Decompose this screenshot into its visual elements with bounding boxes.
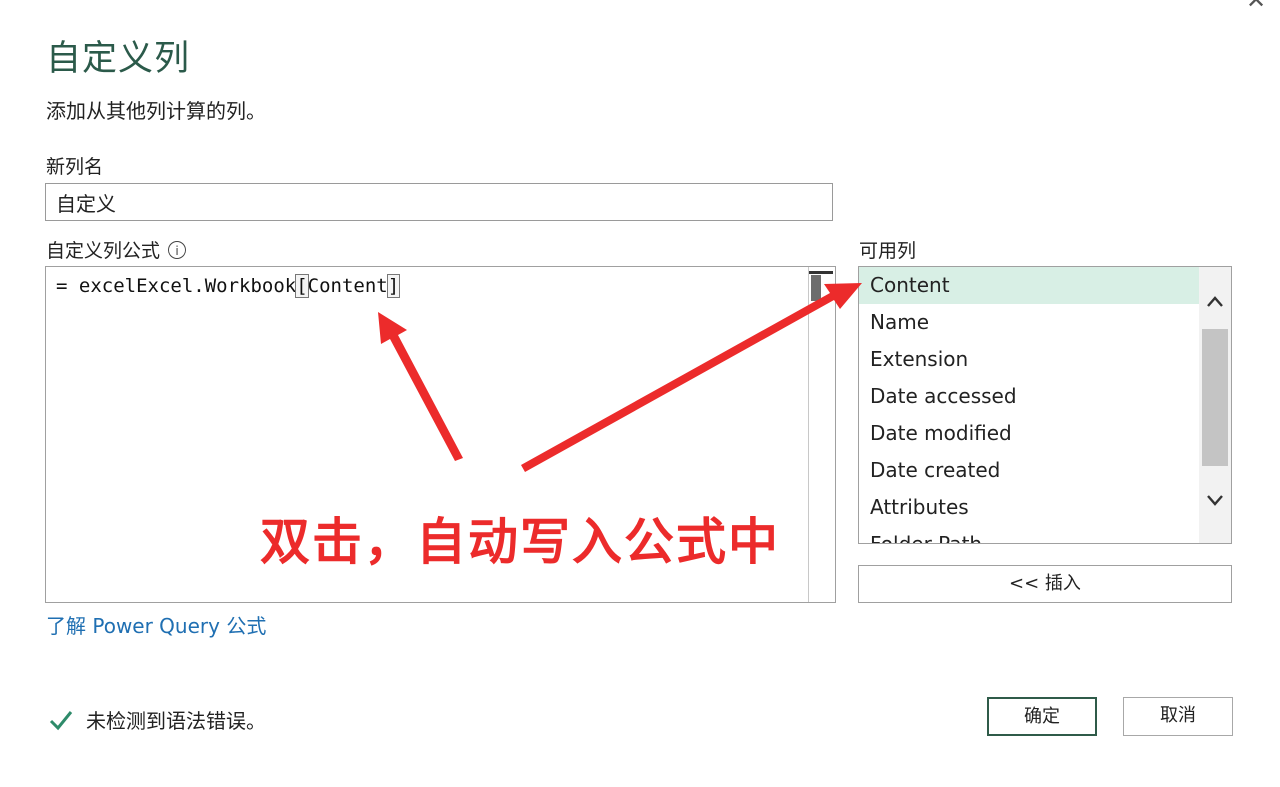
column-item-folder-path[interactable]: Folder Path	[859, 526, 1199, 543]
formula-label-row: 自定义列公式 i	[46, 236, 187, 263]
syntax-status: 未检测到语法错误。	[48, 705, 266, 734]
formula-text: = excelExcel.Workbook[Content]	[56, 274, 401, 298]
columns-scrollbar-thumb[interactable]	[1202, 329, 1228, 466]
formula-scrollbar-thumb[interactable]	[811, 275, 821, 301]
formula-scrollbar-cap	[809, 271, 833, 274]
formula-label: 自定义列公式	[46, 240, 161, 262]
insert-button[interactable]: << 插入	[858, 565, 1232, 603]
new-column-name-label: 新列名	[46, 156, 104, 178]
dialog-title: 自定义列	[46, 39, 191, 79]
column-item-date-created[interactable]: Date created	[859, 452, 1199, 489]
column-item-date-accessed[interactable]: Date accessed	[859, 378, 1199, 415]
info-icon[interactable]: i	[168, 240, 187, 259]
dialog-subtitle: 添加从其他列计算的列。	[46, 99, 266, 123]
formula-open-bracket: [	[295, 274, 309, 298]
new-column-name-input[interactable]	[45, 183, 833, 221]
formula-close-bracket: ]	[386, 274, 401, 298]
columns-scrollbar[interactable]	[1199, 267, 1231, 543]
chevron-down-icon[interactable]	[1203, 489, 1227, 513]
column-item-name[interactable]: Name	[859, 304, 1199, 341]
available-columns-list[interactable]: Content Name Extension Date accessed Dat…	[858, 266, 1232, 544]
formula-expression: = excelExcel.Workbook	[56, 275, 297, 297]
chevron-up-icon[interactable]	[1203, 291, 1227, 315]
formula-scrollbar[interactable]	[808, 267, 835, 602]
column-item-date-modified[interactable]: Date modified	[859, 415, 1199, 452]
formula-column-ref: Content	[307, 275, 388, 297]
learn-power-query-link[interactable]: 了解 Power Query 公式	[46, 610, 266, 639]
close-icon: ✕	[1246, 0, 1267, 14]
ok-button[interactable]: 确定	[987, 697, 1097, 736]
check-icon	[49, 710, 73, 730]
close-button[interactable]: ✕	[1246, 0, 1266, 12]
annotation-text: 双击，自动写入公式中	[260, 513, 780, 571]
available-columns-label: 可用列	[859, 240, 917, 262]
column-item-extension[interactable]: Extension	[859, 341, 1199, 378]
column-item-content[interactable]: Content	[859, 267, 1199, 304]
syntax-status-text: 未检测到语法错误。	[86, 709, 266, 733]
cancel-button[interactable]: 取消	[1123, 697, 1233, 736]
column-item-attributes[interactable]: Attributes	[859, 489, 1199, 526]
